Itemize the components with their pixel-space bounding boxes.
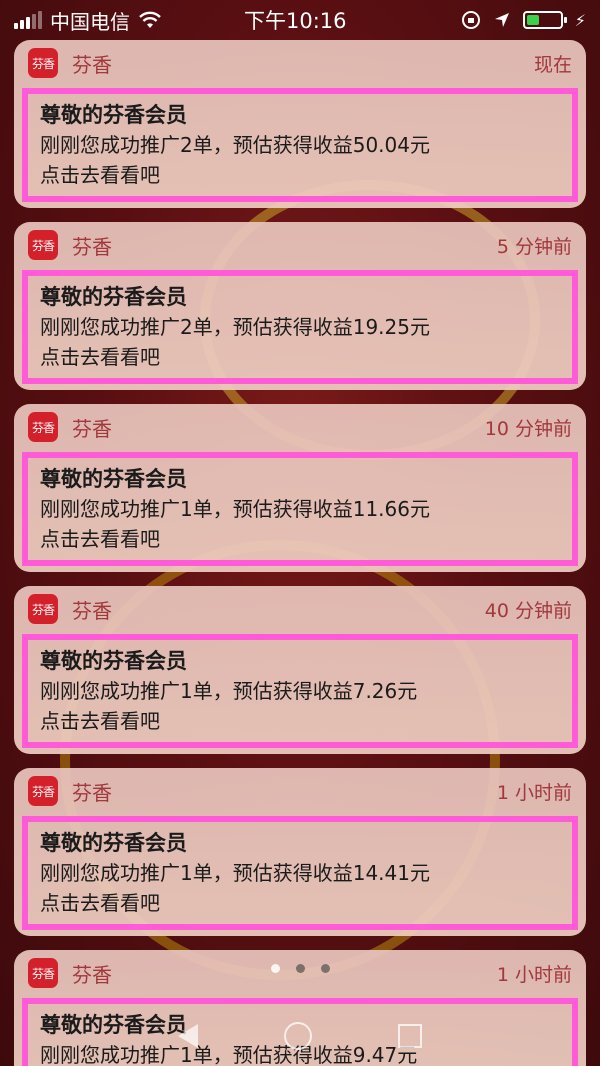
notification-header: 芬香 芬香 10 分钟前 xyxy=(14,404,586,450)
status-left: 中国电信 xyxy=(14,6,244,35)
notification-action: 点击去看看吧 xyxy=(40,163,160,187)
page-indicator xyxy=(0,964,600,973)
notification-card[interactable]: 芬香 芬香 5 分钟前 尊敬的芬香会员 刚刚您成功推广2单，预估获得收益19.2… xyxy=(14,222,586,390)
notification-message: 刚刚您成功推广1单，预估获得收益7.26元 xyxy=(40,679,418,703)
app-icon: 芬香 xyxy=(28,776,58,806)
notification-action: 点击去看看吧 xyxy=(40,527,160,551)
notification-header: 芬香 芬香 1 小时前 xyxy=(14,768,586,814)
notification-body: 尊敬的芬香会员 刚刚您成功推广1单，预估获得收益11.66元 点击去看看吧 xyxy=(22,452,578,566)
notification-message: 刚刚您成功推广2单，预估获得收益50.04元 xyxy=(40,133,430,157)
signal-icon xyxy=(14,11,42,29)
status-right: ⚡ xyxy=(461,10,586,30)
app-name: 芬香 xyxy=(72,598,112,623)
wifi-icon xyxy=(139,11,161,28)
app-name: 芬香 xyxy=(72,962,112,987)
notification-title: 尊敬的芬香会员 xyxy=(40,649,187,673)
notification-time: 40 分钟前 xyxy=(484,599,572,622)
home-icon[interactable] xyxy=(284,1022,312,1050)
app-icon: 芬香 xyxy=(28,48,58,78)
notification-time: 1 小时前 xyxy=(496,781,572,804)
app-name: 芬香 xyxy=(72,416,112,441)
notification-card[interactable]: 芬香 芬香 现在 尊敬的芬香会员 刚刚您成功推广2单，预估获得收益50.04元 … xyxy=(14,40,586,208)
notification-card[interactable]: 芬香 芬香 10 分钟前 尊敬的芬香会员 刚刚您成功推广1单，预估获得收益11.… xyxy=(14,404,586,572)
notification-header: 芬香 芬香 5 分钟前 xyxy=(14,222,586,268)
notification-body: 尊敬的芬香会员 刚刚您成功推广2单，预估获得收益50.04元 点击去看看吧 xyxy=(22,88,578,202)
notification-body: 尊敬的芬香会员 刚刚您成功推广1单，预估获得收益7.26元 点击去看看吧 xyxy=(22,634,578,748)
notification-title: 尊敬的芬香会员 xyxy=(40,103,187,127)
notification-header: 芬香 芬香 1 小时前 xyxy=(14,950,586,996)
page-dot xyxy=(320,964,330,973)
app-name: 芬香 xyxy=(72,780,112,805)
notification-message: 刚刚您成功推广2单，预估获得收益19.25元 xyxy=(40,315,430,339)
app-name: 芬香 xyxy=(72,234,112,259)
notification-body: 尊敬的芬香会员 刚刚您成功推广2单，预估获得收益19.25元 点击去看看吧 xyxy=(22,270,578,384)
notification-action: 点击去看看吧 xyxy=(40,709,160,733)
notification-card[interactable]: 芬香 芬香 1 小时前 尊敬的芬香会员 刚刚您成功推广1单，预估获得收益14.4… xyxy=(14,768,586,936)
notification-header: 芬香 芬香 现在 xyxy=(14,40,586,86)
notification-title: 尊敬的芬香会员 xyxy=(40,285,187,309)
notification-time: 现在 xyxy=(533,53,572,76)
navigation-bar xyxy=(0,1016,600,1056)
notification-time: 10 分钟前 xyxy=(484,417,572,440)
notification-title: 尊敬的芬香会员 xyxy=(40,831,187,855)
page-dot xyxy=(295,964,305,973)
app-icon: 芬香 xyxy=(28,230,58,260)
notification-card[interactable]: 芬香 芬香 40 分钟前 尊敬的芬香会员 刚刚您成功推广1单，预估获得收益7.2… xyxy=(14,586,586,754)
carrier-name: 中国电信 xyxy=(50,9,130,34)
recent-apps-icon[interactable] xyxy=(398,1024,422,1048)
notification-action: 点击去看看吧 xyxy=(40,891,160,915)
battery-icon xyxy=(522,11,567,29)
notification-body: 尊敬的芬香会员 刚刚您成功推广1单，预估获得收益14.41元 点击去看看吧 xyxy=(22,816,578,930)
notification-title: 尊敬的芬香会员 xyxy=(40,467,187,491)
notification-message: 刚刚您成功推广1单，预估获得收益11.66元 xyxy=(40,497,430,521)
app-icon: 芬香 xyxy=(28,594,58,624)
charging-icon: ⚡ xyxy=(574,10,586,30)
page-dot-active xyxy=(270,964,280,973)
location-icon xyxy=(494,13,509,27)
clock: 下午10:16 xyxy=(244,9,347,33)
notification-action: 点击去看看吧 xyxy=(40,345,160,369)
notification-time: 5 分钟前 xyxy=(496,235,572,258)
app-icon: 芬香 xyxy=(28,412,58,442)
app-icon: 芬香 xyxy=(28,958,58,988)
app-name: 芬香 xyxy=(72,52,112,77)
rotation-lock-icon xyxy=(461,11,480,29)
notification-header: 芬香 芬香 40 分钟前 xyxy=(14,586,586,632)
status-bar: 中国电信 下午10:16 ⚡ xyxy=(0,0,600,40)
notification-message: 刚刚您成功推广1单，预估获得收益14.41元 xyxy=(40,861,430,885)
back-icon[interactable] xyxy=(178,1024,198,1048)
